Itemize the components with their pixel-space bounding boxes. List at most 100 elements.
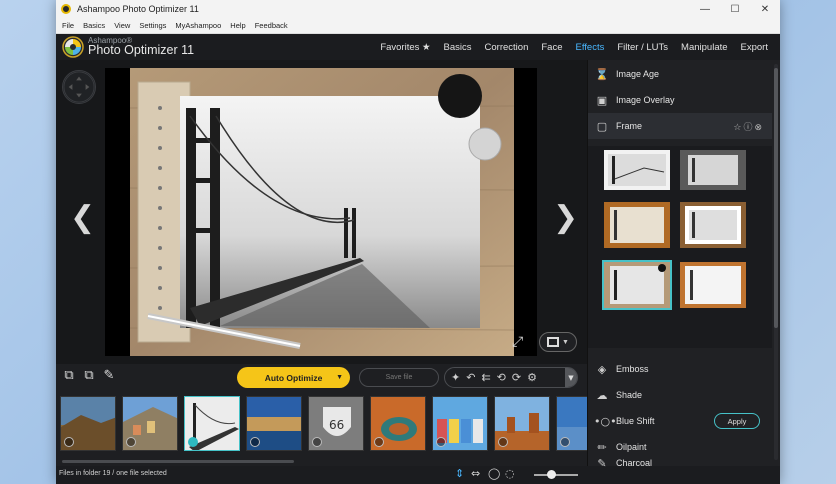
favorite-star-icon[interactable]: ☆: [733, 123, 743, 133]
thumbnail-horseshoe-bend[interactable]: [370, 396, 426, 451]
menu-bar: File Basics View Settings MyAshampoo Hel…: [56, 18, 780, 34]
thumbnail-coast[interactable]: [60, 396, 116, 451]
thumbnail-route-66[interactable]: 66: [308, 396, 364, 451]
menu-view[interactable]: View: [114, 21, 130, 30]
frame-actions: ☆ⓘ⊗: [733, 120, 764, 133]
select-checkbox[interactable]: [436, 437, 446, 447]
chevron-down-icon[interactable]: ▼: [336, 374, 343, 381]
maximize-button[interactable]: ☐: [720, 0, 750, 18]
pan-navigator[interactable]: [62, 70, 96, 104]
settings-gear-icon[interactable]: ⚙: [527, 371, 537, 384]
select-checkbox[interactable]: [64, 437, 74, 447]
panel-scrollbar-thumb[interactable]: [774, 68, 778, 328]
view-mode-button[interactable]: ▼: [539, 332, 577, 352]
effect-label: Blue Shift: [616, 416, 655, 426]
select-checkbox[interactable]: [560, 437, 570, 447]
add-folder-icon[interactable]: ⧉: [80, 368, 98, 386]
effect-label: Charcoal: [616, 458, 653, 468]
select-checkbox[interactable]: [250, 437, 260, 447]
tab-manipulate[interactable]: Manipulate: [681, 42, 727, 53]
add-file-icon[interactable]: ⧉: [60, 368, 78, 386]
menu-settings[interactable]: Settings: [139, 21, 166, 30]
compare-icon[interactable]: ◯: [488, 467, 500, 480]
tab-effects[interactable]: Effects: [575, 42, 604, 53]
svg-text:66: 66: [329, 418, 344, 432]
tab-face[interactable]: Face: [541, 42, 562, 53]
menu-basics[interactable]: Basics: [83, 21, 105, 30]
select-checkbox[interactable]: [498, 437, 508, 447]
clean-brush-icon[interactable]: ✎: [100, 368, 118, 386]
chevron-down-icon[interactable]: ▼: [565, 368, 577, 387]
dotted-circle-icon[interactable]: ◌: [505, 467, 515, 480]
thumbnail-golden-gate-selected[interactable]: [184, 396, 240, 451]
next-image-icon[interactable]: ❯: [553, 200, 578, 235]
auto-optimize-button[interactable]: Auto Optimize ▼: [237, 367, 350, 388]
frame-preset-wood-white[interactable]: [680, 202, 746, 248]
hourglass-icon: ⌛: [595, 67, 609, 81]
frame-preset-torn[interactable]: [604, 150, 670, 190]
select-checkbox[interactable]: [374, 437, 384, 447]
panel-scrollbar[interactable]: [774, 64, 778, 460]
brand-title: Photo Optimizer 11: [88, 43, 195, 57]
menu-feedback[interactable]: Feedback: [255, 21, 288, 30]
effect-shade[interactable]: ☁ Shade: [588, 382, 772, 408]
tab-filter-luts[interactable]: Filter / LUTs: [617, 42, 668, 53]
thumbnail-lake[interactable]: [556, 396, 587, 451]
effect-blue-shift[interactable]: •○• Blue Shift: [588, 408, 772, 434]
save-file-button[interactable]: Save file: [359, 368, 439, 387]
vertical-layout-icon[interactable]: ⇕: [455, 467, 464, 480]
horizontal-layout-icon[interactable]: ⇔: [471, 467, 480, 480]
brush-icon: ✏: [597, 440, 607, 454]
app-window: Ashampoo Photo Optimizer 11 — ☐ ✕ File B…: [56, 0, 780, 484]
magic-wand-icon[interactable]: ✦: [451, 371, 460, 384]
undo-all-icon[interactable]: ⇇: [481, 371, 490, 384]
effect-label: Shade: [616, 390, 643, 400]
tab-export[interactable]: Export: [741, 42, 768, 53]
frame-preset-vintage[interactable]: [680, 150, 746, 190]
main-nav: Favorites ★ Basics Correction Face Effec…: [367, 42, 768, 53]
thumbnail-size-slider-handle[interactable]: [547, 470, 556, 479]
thumbnail-size-slider[interactable]: [534, 474, 578, 476]
thumbnail-beach-huts[interactable]: [432, 396, 488, 451]
filmstrip-scrollbar[interactable]: [62, 460, 294, 463]
auto-optimize-label: Auto Optimize: [264, 372, 323, 383]
undo-icon[interactable]: ↶: [466, 371, 475, 384]
effect-charcoal[interactable]: ✎ Charcoal: [588, 457, 772, 470]
select-checkbox[interactable]: [312, 437, 322, 447]
effect-label: Frame: [616, 121, 643, 131]
effect-oilpaint[interactable]: ✏ Oilpaint: [588, 434, 772, 460]
frame-icon: ▢: [596, 119, 608, 133]
minimize-button[interactable]: —: [690, 0, 720, 18]
thumbnail-harbor[interactable]: [246, 396, 302, 451]
effect-label: Emboss: [616, 364, 649, 374]
fit-to-screen-icon[interactable]: ⤢: [512, 334, 523, 350]
filmstrip: 66: [56, 392, 587, 456]
rotate-left-icon[interactable]: ⟲: [497, 371, 506, 384]
thumbnail-monument-valley[interactable]: [494, 396, 550, 451]
menu-help[interactable]: Help: [230, 21, 245, 30]
menu-myashampoo[interactable]: MyAshampoo: [175, 21, 221, 30]
status-bar: Files in folder 19 / one file selected ⇕…: [56, 466, 780, 484]
menu-file[interactable]: File: [62, 21, 74, 30]
effect-frame[interactable]: ▢ Frame ☆ⓘ⊗: [588, 113, 772, 139]
select-checkbox[interactable]: [188, 437, 198, 447]
shade-icon: ☁: [596, 388, 608, 402]
tab-basics[interactable]: Basics: [444, 42, 472, 53]
frame-presets-grid: Apply: [588, 146, 772, 429]
close-button[interactable]: ✕: [750, 0, 780, 18]
effect-emboss[interactable]: ◈ Emboss: [588, 356, 772, 382]
frame-preset-burnt[interactable]: [604, 202, 670, 248]
select-checkbox[interactable]: [126, 437, 136, 447]
rotate-right-icon[interactable]: ⟳: [512, 371, 521, 384]
tab-correction[interactable]: Correction: [485, 42, 529, 53]
close-circle-icon[interactable]: ⊗: [754, 123, 764, 133]
frame-preset-notebook-selected[interactable]: [602, 260, 672, 310]
help-icon[interactable]: ⓘ: [743, 123, 754, 133]
image-editor-area: ❮ ❯ ⤢ ▼: [56, 60, 587, 364]
tab-favorites[interactable]: Favorites ★: [380, 42, 430, 53]
effect-image-age[interactable]: ⌛ Image Age: [588, 61, 772, 87]
thumbnail-cinque-terre[interactable]: [122, 396, 178, 451]
frame-preset-orange-border[interactable]: [680, 262, 746, 308]
effect-image-overlay[interactable]: ▣ Image Overlay: [588, 87, 772, 113]
previous-image-icon[interactable]: ❮: [70, 200, 95, 235]
